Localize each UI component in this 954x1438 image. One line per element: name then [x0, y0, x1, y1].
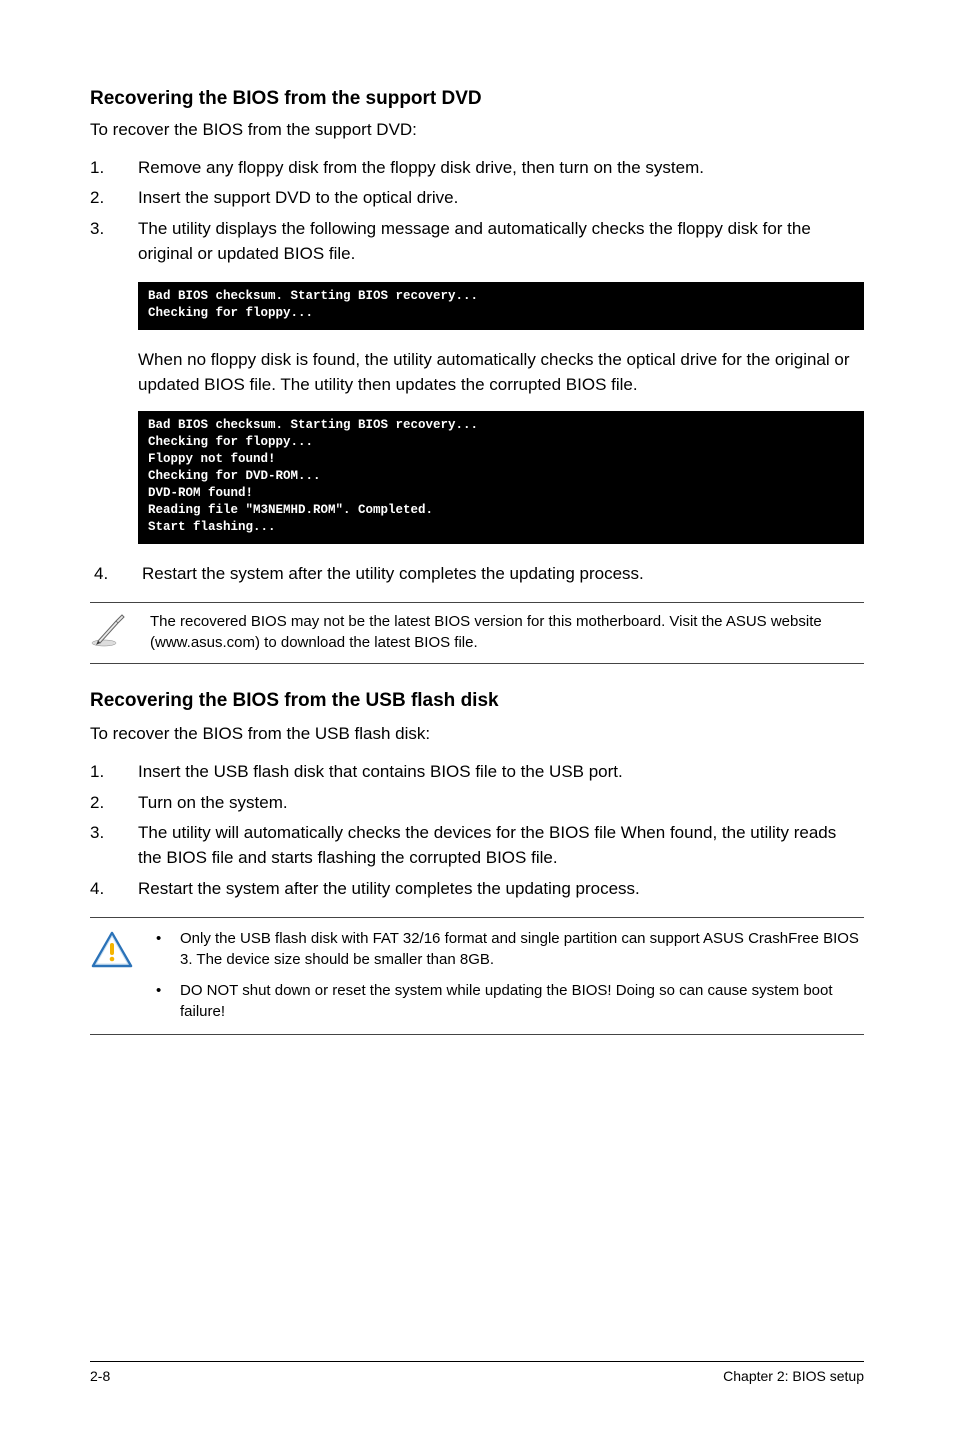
note-block: The recovered BIOS may not be the latest…	[90, 602, 864, 664]
section1-step-4: 4. Restart the system after the utility …	[94, 562, 864, 587]
step-2: 2. Insert the support DVD to the optical…	[90, 186, 864, 211]
step-text: Insert the USB flash disk that contains …	[138, 760, 864, 785]
bullet-marker: •	[150, 928, 180, 970]
warning-bullets: • Only the USB flash disk with FAT 32/16…	[150, 928, 864, 1022]
step-2: 2. Turn on the system.	[90, 791, 864, 816]
step-number: 1.	[90, 156, 138, 181]
step-number: 2.	[90, 791, 138, 816]
page-footer: 2-8 Chapter 2: BIOS setup	[90, 1361, 864, 1384]
step-text: The utility displays the following messa…	[138, 217, 864, 266]
step-text: Remove any floppy disk from the floppy d…	[138, 156, 864, 181]
bullet-text: Only the USB flash disk with FAT 32/16 f…	[180, 928, 864, 970]
step-number: 2.	[90, 186, 138, 211]
terminal-output-1: Bad BIOS checksum. Starting BIOS recover…	[138, 282, 864, 330]
section1-heading: Recovering the BIOS from the support DVD	[90, 88, 864, 110]
step-number: 1.	[90, 760, 138, 785]
section1-steps-1-3: 1. Remove any floppy disk from the flopp…	[90, 156, 864, 267]
bullet-text: DO NOT shut down or reset the system whi…	[180, 980, 864, 1022]
step-text: The utility will automatically checks th…	[138, 821, 864, 870]
step-4: 4. Restart the system after the utility …	[94, 562, 864, 587]
warning-block: • Only the USB flash disk with FAT 32/16…	[90, 917, 864, 1035]
section2-steps: 1. Insert the USB flash disk that contai…	[90, 760, 864, 901]
chapter-label: Chapter 2: BIOS setup	[723, 1368, 864, 1384]
step-number: 4.	[90, 877, 138, 902]
step-number: 3.	[90, 217, 138, 266]
warning-item-1: • Only the USB flash disk with FAT 32/16…	[150, 928, 864, 970]
step-number: 3.	[90, 821, 138, 870]
section1-intro: To recover the BIOS from the support DVD…	[90, 118, 864, 142]
section1-mid-paragraph: When no floppy disk is found, the utilit…	[138, 348, 864, 397]
page-number: 2-8	[90, 1368, 110, 1384]
bullet-marker: •	[150, 980, 180, 1022]
section2-heading: Recovering the BIOS from the USB flash d…	[90, 690, 864, 712]
step-3: 3. The utility displays the following me…	[90, 217, 864, 266]
step-text: Restart the system after the utility com…	[142, 562, 864, 587]
step-1: 1. Insert the USB flash disk that contai…	[90, 760, 864, 785]
step-1: 1. Remove any floppy disk from the flopp…	[90, 156, 864, 181]
step-text: Turn on the system.	[138, 791, 864, 816]
warning-text: • Only the USB flash disk with FAT 32/16…	[150, 928, 864, 1022]
step-text: Insert the support DVD to the optical dr…	[138, 186, 864, 211]
step-4: 4. Restart the system after the utility …	[90, 877, 864, 902]
terminal-output-2: Bad BIOS checksum. Starting BIOS recover…	[138, 411, 864, 543]
step-text: Restart the system after the utility com…	[138, 877, 864, 902]
warning-item-2: • DO NOT shut down or reset the system w…	[150, 980, 864, 1022]
step-number: 4.	[94, 562, 142, 587]
step-3: 3. The utility will automatically checks…	[90, 821, 864, 870]
warning-triangle-icon	[90, 928, 150, 970]
pen-note-icon	[90, 611, 150, 649]
note-text: The recovered BIOS may not be the latest…	[150, 611, 864, 653]
section2-intro: To recover the BIOS from the USB flash d…	[90, 722, 864, 746]
